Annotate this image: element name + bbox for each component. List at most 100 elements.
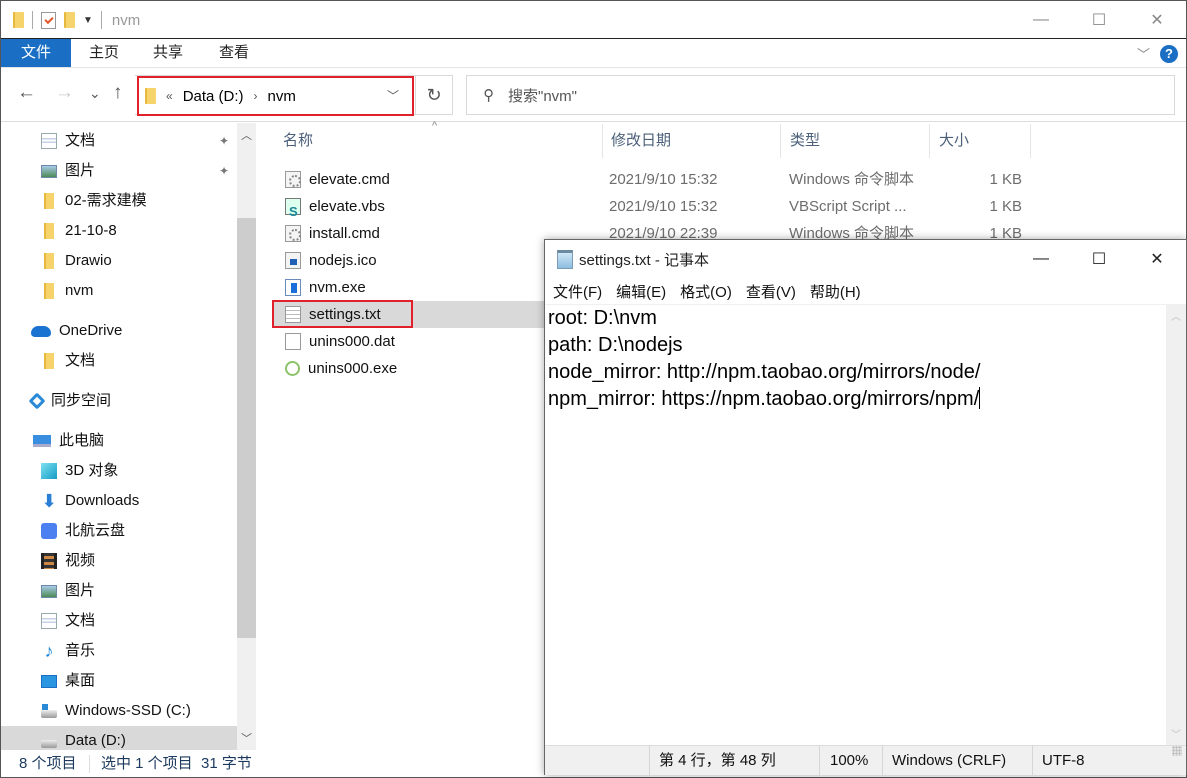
divider xyxy=(32,11,33,29)
sidebar-item[interactable]: 视频 xyxy=(41,546,95,576)
sidebar-item[interactable]: 同步空间 xyxy=(28,386,111,416)
file-type: VBScript Script ... xyxy=(789,198,907,215)
help-icon[interactable]: ? xyxy=(1160,44,1178,63)
pin-icon[interactable]: ✦ xyxy=(219,164,229,178)
minimize-button[interactable]: — xyxy=(1012,1,1070,39)
drive-icon xyxy=(41,740,57,748)
menu-format[interactable]: 格式(O) xyxy=(680,281,732,302)
sidebar-item[interactable]: ♪ 音乐 xyxy=(41,636,96,666)
close-button[interactable]: ✕ xyxy=(1128,240,1186,278)
navigation-bar: ← → ⌄ ↑ « Data (D:) › nvm ﹀ ↻ ⚲ 搜索"nvm" xyxy=(1,68,1186,122)
music-icon: ♪ xyxy=(44,641,54,661)
breadcrumb-nvm[interactable]: nvm xyxy=(268,88,296,105)
file-name-cell: elevate.vbs xyxy=(285,193,385,225)
file-exe-icon xyxy=(285,279,301,296)
sidebar-item[interactable]: 文档 xyxy=(41,606,95,636)
sidebar-item[interactable]: Drawio xyxy=(41,246,112,276)
desktop-icon xyxy=(41,674,57,688)
new-folder-icon[interactable] xyxy=(64,12,75,28)
scroll-up-icon[interactable]: ︿ xyxy=(1166,308,1186,323)
properties-icon[interactable] xyxy=(41,11,56,29)
sidebar-item[interactable]: 文档 xyxy=(41,126,95,156)
navigation-pane-scrollbar[interactable]: ︿ ﹀ xyxy=(237,123,256,750)
minimize-button[interactable]: — xyxy=(1012,240,1070,278)
chevron-right-icon[interactable]: › xyxy=(254,89,258,103)
menu-file[interactable]: 文件(F) xyxy=(553,281,602,302)
notepad-scrollbar[interactable]: ︿ ﹀ xyxy=(1166,304,1186,745)
tab-file[interactable]: 文件 xyxy=(1,39,71,67)
file-modified-date: 2021/9/10 15:32 xyxy=(609,171,718,188)
tab-share[interactable]: 共享 xyxy=(153,39,183,67)
selection-highlight-annotation xyxy=(272,300,413,328)
up-button[interactable]: ↑ xyxy=(113,82,123,104)
file-row[interactable]: elevate.vbs 2021/9/10 15:32 VBScript Scrip… xyxy=(273,193,1033,225)
sidebar-item[interactable]: Data (D:) xyxy=(1,726,237,750)
sidebar-item[interactable]: 此电脑 xyxy=(33,426,104,456)
sidebar-item[interactable]: Windows-SSD (C:) xyxy=(41,696,191,726)
menu-view[interactable]: 查看(V) xyxy=(746,281,796,302)
scroll-up-icon[interactable]: ︿ xyxy=(237,127,256,143)
sidebar-item[interactable]: 图片 xyxy=(41,156,95,186)
sidebar-item[interactable]: 21-10-8 xyxy=(41,216,117,246)
column-header-date[interactable]: 修改日期 xyxy=(603,124,781,158)
sidebar-item[interactable]: OneDrive xyxy=(31,316,122,346)
sidebar-item-label: 3D 对象 xyxy=(65,462,119,479)
divider xyxy=(882,746,883,776)
chevron-down-icon[interactable]: ﹀ xyxy=(1137,44,1150,63)
sidebar-item-label: 北航云盘 xyxy=(65,522,126,539)
maximize-button[interactable]: ☐ xyxy=(1070,1,1128,39)
sidebar-item[interactable]: ⬇ Downloads xyxy=(41,486,139,516)
back-button[interactable]: ← xyxy=(17,82,36,104)
scroll-down-icon[interactable]: ﹀ xyxy=(1166,726,1186,741)
sidebar-item[interactable]: 文档 xyxy=(41,346,95,376)
divider xyxy=(649,746,650,776)
sidebar-item[interactable]: nvm xyxy=(41,276,93,306)
notepad-text-area[interactable]: root: D:\nvm path: D:\nodejs node_mirror… xyxy=(545,304,1166,745)
sidebar-item[interactable]: 桌面 xyxy=(41,666,95,696)
breadcrumb-data-drive[interactable]: Data (D:) xyxy=(183,88,244,105)
address-history-dropdown[interactable]: ﹀ xyxy=(387,87,399,104)
forward-button[interactable]: → xyxy=(55,82,74,104)
refresh-button[interactable]: ↻ xyxy=(415,75,453,115)
search-input[interactable]: 搜索"nvm" xyxy=(508,85,577,106)
file-cmd-icon xyxy=(285,225,301,242)
sidebar-item[interactable]: 3D 对象 xyxy=(41,456,118,486)
file-name: elevate.vbs xyxy=(309,198,385,215)
drive-c-icon xyxy=(41,704,57,718)
tab-home[interactable]: 主页 xyxy=(89,39,119,67)
column-header-size[interactable]: 大小 xyxy=(931,124,1031,158)
scroll-down-icon[interactable]: ﹀ xyxy=(237,730,256,746)
resize-grip[interactable] xyxy=(1172,746,1182,756)
file-cmd-icon xyxy=(285,171,301,188)
recent-locations-button[interactable]: ⌄ xyxy=(89,85,101,102)
sidebar-item[interactable]: 图片 xyxy=(41,576,95,606)
divider xyxy=(819,746,820,776)
sidebar-item[interactable]: 02-需求建模 xyxy=(41,186,147,216)
pictures-icon xyxy=(41,584,57,598)
search-box[interactable]: ⚲ 搜索"nvm" xyxy=(466,75,1175,115)
notepad-status-bar: 第 4 行，第 48 列 100% Windows (CRLF) UTF-8 xyxy=(545,745,1186,776)
pin-icon[interactable]: ✦ xyxy=(219,134,229,148)
address-bar[interactable]: « Data (D:) › nvm xyxy=(137,76,414,116)
scrollbar-thumb[interactable] xyxy=(237,218,256,638)
column-header-name[interactable]: 名称 xyxy=(275,124,603,158)
search-icon: ⚲ xyxy=(483,87,494,104)
file-modified-date: 2021/9/10 15:32 xyxy=(609,198,718,215)
this-pc-icon xyxy=(33,435,51,447)
close-button[interactable]: ✕ xyxy=(1128,1,1186,39)
file-size: 1 KB xyxy=(989,171,1022,188)
column-header-type[interactable]: 类型 xyxy=(782,124,930,158)
sidebar-item-label: 文档 xyxy=(65,132,96,149)
file-row[interactable]: elevate.cmd 2021/9/10 15:32 Windows 命令脚本 1 … xyxy=(273,166,1033,193)
file-name: install.cmd xyxy=(309,225,380,242)
menu-help[interactable]: 帮助(H) xyxy=(810,281,861,302)
menu-edit[interactable]: 编辑(E) xyxy=(616,281,666,302)
maximize-button[interactable]: ☐ xyxy=(1070,240,1128,278)
file-name-cell: nvm.exe xyxy=(285,274,366,301)
sidebar-item-label: Drawio xyxy=(65,252,112,269)
tab-view[interactable]: 查看 xyxy=(219,39,249,67)
onedrive-icon xyxy=(31,325,51,337)
breadcrumb-overflow[interactable]: « xyxy=(166,89,173,103)
customize-toolbar-dropdown[interactable]: ▼ xyxy=(83,15,93,26)
sidebar-item[interactable]: 北航云盘 xyxy=(41,516,125,546)
